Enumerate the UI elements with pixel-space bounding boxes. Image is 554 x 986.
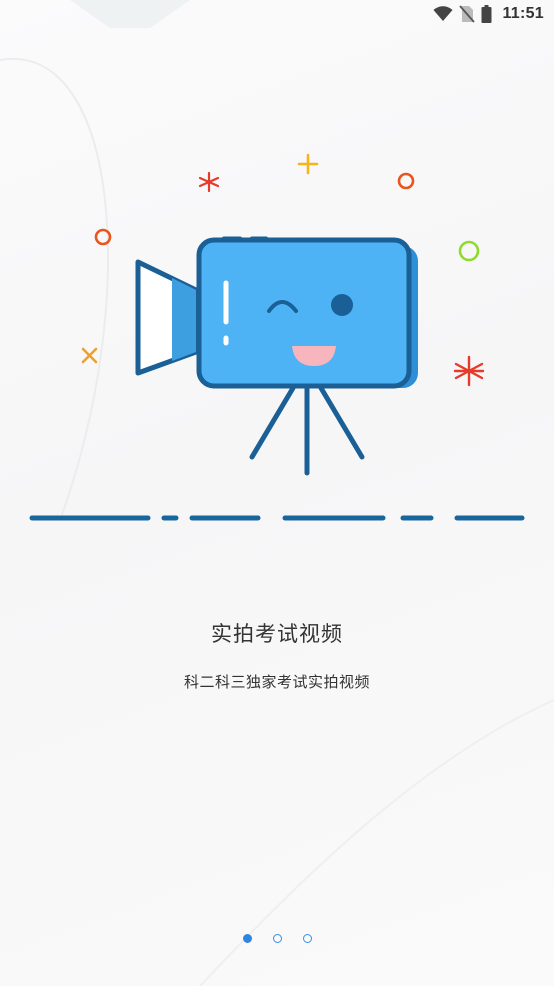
page-indicator xyxy=(0,934,554,943)
onboarding-subtitle: 科二科三独家考试实拍视频 xyxy=(183,673,370,691)
page-dot-2[interactable] xyxy=(272,934,282,943)
battery-icon xyxy=(481,5,492,23)
onboarding-screen[interactable]: 11:51 实拍考试视频 科二科三独家考试实拍视频 xyxy=(0,0,554,986)
status-time: 11:51 xyxy=(502,5,544,22)
page-dot-3[interactable] xyxy=(302,934,312,943)
status-bar: 11:51 xyxy=(0,0,554,28)
no-sim-icon xyxy=(459,5,476,23)
page-dot-1[interactable] xyxy=(242,934,252,943)
video-camera-icon xyxy=(81,153,485,476)
onboarding-title: 实拍考试视频 xyxy=(211,622,343,646)
status-icons: 11:51 xyxy=(433,4,544,24)
wifi-icon xyxy=(433,6,453,22)
